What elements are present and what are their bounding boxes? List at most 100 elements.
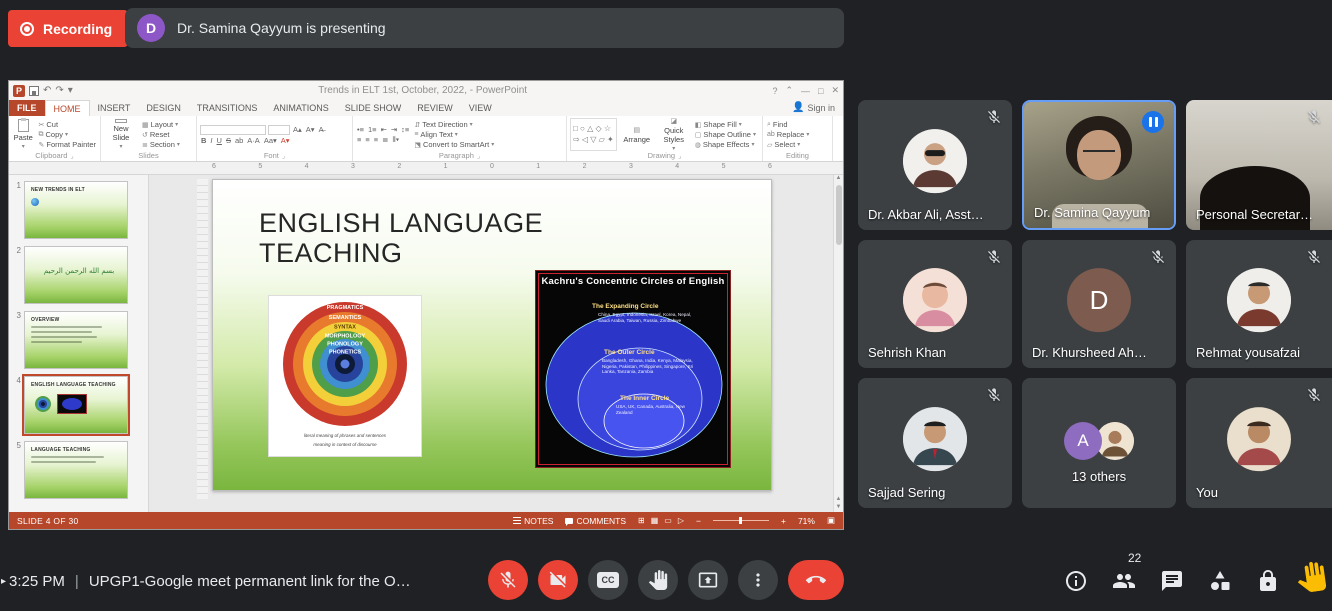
line-spacing-icon[interactable]: ↕≡ [400, 125, 410, 134]
strikethrough-icon[interactable]: S [225, 136, 232, 145]
increase-indent-icon[interactable]: ⇥ [390, 125, 398, 134]
shape-fill-button[interactable]: ◧Shape Fill▾ [694, 120, 757, 129]
vertical-scrollbar[interactable]: ▲ ▲ ▼ [833, 175, 843, 512]
bullets-icon[interactable]: •≡ [356, 125, 365, 134]
comments-button[interactable]: COMMENTS [565, 516, 626, 526]
numbering-icon[interactable]: 1≡ [367, 125, 378, 134]
notes-button[interactable]: NOTES [513, 516, 553, 526]
clear-format-icon[interactable]: A̶ [318, 125, 325, 134]
cut-button[interactable]: ✂Cut [38, 120, 97, 129]
participant-tile-others[interactable]: A 13 others [1022, 378, 1176, 508]
captions-button[interactable]: CC [588, 560, 628, 600]
meeting-name[interactable]: UPGP1-Google meet permanent link for the… [89, 573, 411, 590]
more-options-button[interactable] [738, 560, 778, 600]
section-button[interactable]: ≣Section▾ [141, 140, 181, 149]
participant-tile-sajjad[interactable]: Sajjad Sering [858, 378, 1012, 508]
undo-icon[interactable]: ↶ [43, 86, 51, 96]
bold-icon[interactable]: B [200, 136, 207, 145]
zoom-in-icon[interactable]: + [781, 516, 786, 526]
participant-tile-rehmat[interactable]: Rehmat yousafzai [1186, 240, 1332, 368]
tab-insert[interactable]: INSERT [90, 100, 139, 116]
italic-icon[interactable]: I [209, 136, 213, 145]
decrease-indent-icon[interactable]: ⇤ [380, 125, 388, 134]
copy-button[interactable]: ⧉Copy▾ [38, 130, 97, 139]
participant-tile-akbar[interactable]: Dr. Akbar Ali, Asst… [858, 100, 1012, 230]
participant-tile-personal-secretary[interactable]: Personal Secretar… [1186, 100, 1332, 230]
tab-design[interactable]: DESIGN [138, 100, 189, 116]
redo-icon[interactable]: ↷ [55, 86, 63, 96]
previous-slide-icon[interactable]: ▲ [836, 496, 842, 502]
align-left-icon[interactable]: ≡ [356, 135, 362, 144]
convert-smartart-button[interactable]: ⬔Convert to SmartArt▾ [413, 140, 495, 149]
normal-view-icon[interactable]: ⊞ [638, 516, 645, 525]
grow-font-icon[interactable]: A▴ [292, 125, 303, 134]
reset-button[interactable]: ↺Reset [141, 130, 181, 139]
text-shadow-icon[interactable]: ab [234, 136, 244, 145]
minimize-icon[interactable]: — [801, 86, 810, 96]
slideshow-icon[interactable]: ▷ [678, 516, 684, 525]
tab-home[interactable]: HOME [45, 100, 90, 116]
zoom-level[interactable]: 71% [798, 516, 815, 526]
scroll-up-icon[interactable]: ▲ [836, 175, 842, 181]
slide-thumbnail-4-current[interactable]: 4 ENGLISH LANGUAGE TEACHING [11, 376, 144, 434]
fit-slide-icon[interactable]: ▣ [827, 515, 835, 526]
align-center-icon[interactable]: ≡ [364, 135, 370, 144]
raise-hand-button[interactable] [638, 560, 678, 600]
tab-slideshow[interactable]: SLIDE SHOW [337, 100, 410, 116]
restore-icon[interactable]: □ [818, 86, 823, 96]
participant-tile-samina-presenting[interactable]: Dr. Samina Qayyum [1022, 100, 1176, 230]
find-button[interactable]: ⌕Find [766, 120, 829, 129]
paste-button[interactable]: Paste▾ [12, 118, 35, 151]
next-slide-icon[interactable]: ▼ [836, 504, 842, 510]
chat-button[interactable] [1160, 569, 1184, 593]
tab-view[interactable]: VIEW [461, 100, 500, 116]
replace-button[interactable]: abReplace▾ [766, 130, 829, 139]
columns-icon[interactable]: ⫴▾ [391, 135, 400, 145]
expand-arrow-icon[interactable]: ▸ [0, 576, 9, 587]
change-case-icon[interactable]: Aa▾ [263, 136, 278, 145]
font-size-select[interactable] [268, 125, 290, 135]
slide-sorter-icon[interactable]: ▦ [651, 516, 659, 525]
slide-thumbnail-2[interactable]: 2 بسم الله الرحمن الرحيم [11, 246, 144, 304]
meeting-details-button[interactable] [1064, 569, 1088, 593]
shrink-font-icon[interactable]: A▾ [305, 125, 316, 134]
present-screen-button[interactable] [688, 560, 728, 600]
slide-thumbnail-3[interactable]: 3 OVERVIEW [11, 311, 144, 369]
ribbon-options-icon[interactable]: ⌃ [785, 85, 793, 96]
end-call-button[interactable] [788, 560, 844, 600]
zoom-out-icon[interactable]: − [696, 516, 701, 526]
mic-muted-button[interactable] [488, 560, 528, 600]
quick-styles-button[interactable]: ◪ Quick Styles▾ [657, 118, 691, 151]
close-icon[interactable]: ✕ [831, 85, 839, 96]
select-button[interactable]: ▱Select▾ [766, 140, 829, 149]
shape-outline-button[interactable]: ▢Shape Outline▾ [694, 130, 757, 139]
show-everyone-button[interactable] [1112, 569, 1136, 593]
activities-button[interactable] [1208, 569, 1232, 593]
participant-tile-you[interactable]: You [1186, 378, 1332, 508]
participant-tile-khursheed[interactable]: D Dr. Khursheed Ah… [1022, 240, 1176, 368]
char-spacing-icon[interactable]: A·A [246, 136, 261, 145]
align-right-icon[interactable]: ≡ [373, 135, 379, 144]
scrollbar-thumb[interactable] [836, 185, 842, 245]
tab-animations[interactable]: ANIMATIONS [265, 100, 336, 116]
tab-review[interactable]: REVIEW [409, 100, 461, 116]
reading-view-icon[interactable]: ▭ [664, 516, 672, 525]
format-painter-button[interactable]: ✎Format Painter [38, 140, 97, 149]
font-name-select[interactable] [200, 125, 266, 135]
text-direction-button[interactable]: ⇵Text Direction▾ [413, 120, 495, 129]
font-color-icon[interactable]: A▾ [280, 136, 291, 145]
arrange-button[interactable]: ▤ Arrange [620, 118, 654, 151]
layout-button[interactable]: ▦Layout▾ [141, 120, 181, 129]
host-controls-button[interactable] [1256, 569, 1280, 593]
underline-icon[interactable]: U [216, 136, 223, 145]
zoom-slider-thumb[interactable] [739, 517, 742, 524]
shape-effects-button[interactable]: ◍Shape Effects▾ [694, 140, 757, 149]
participant-tile-sehrish[interactable]: Sehrish Khan [858, 240, 1012, 368]
help-icon[interactable]: ? [772, 86, 777, 96]
slide-thumbnail-5[interactable]: 5 LANGUAGE TEACHING [11, 441, 144, 499]
tab-file[interactable]: FILE [9, 100, 45, 116]
raised-hand-reaction-icon[interactable] [1294, 560, 1328, 594]
sign-in-link[interactable]: 👤Sign in [792, 100, 843, 116]
dialog-launcher-icon[interactable]: ⌟ [70, 152, 73, 160]
justify-icon[interactable]: ≣ [381, 135, 389, 144]
